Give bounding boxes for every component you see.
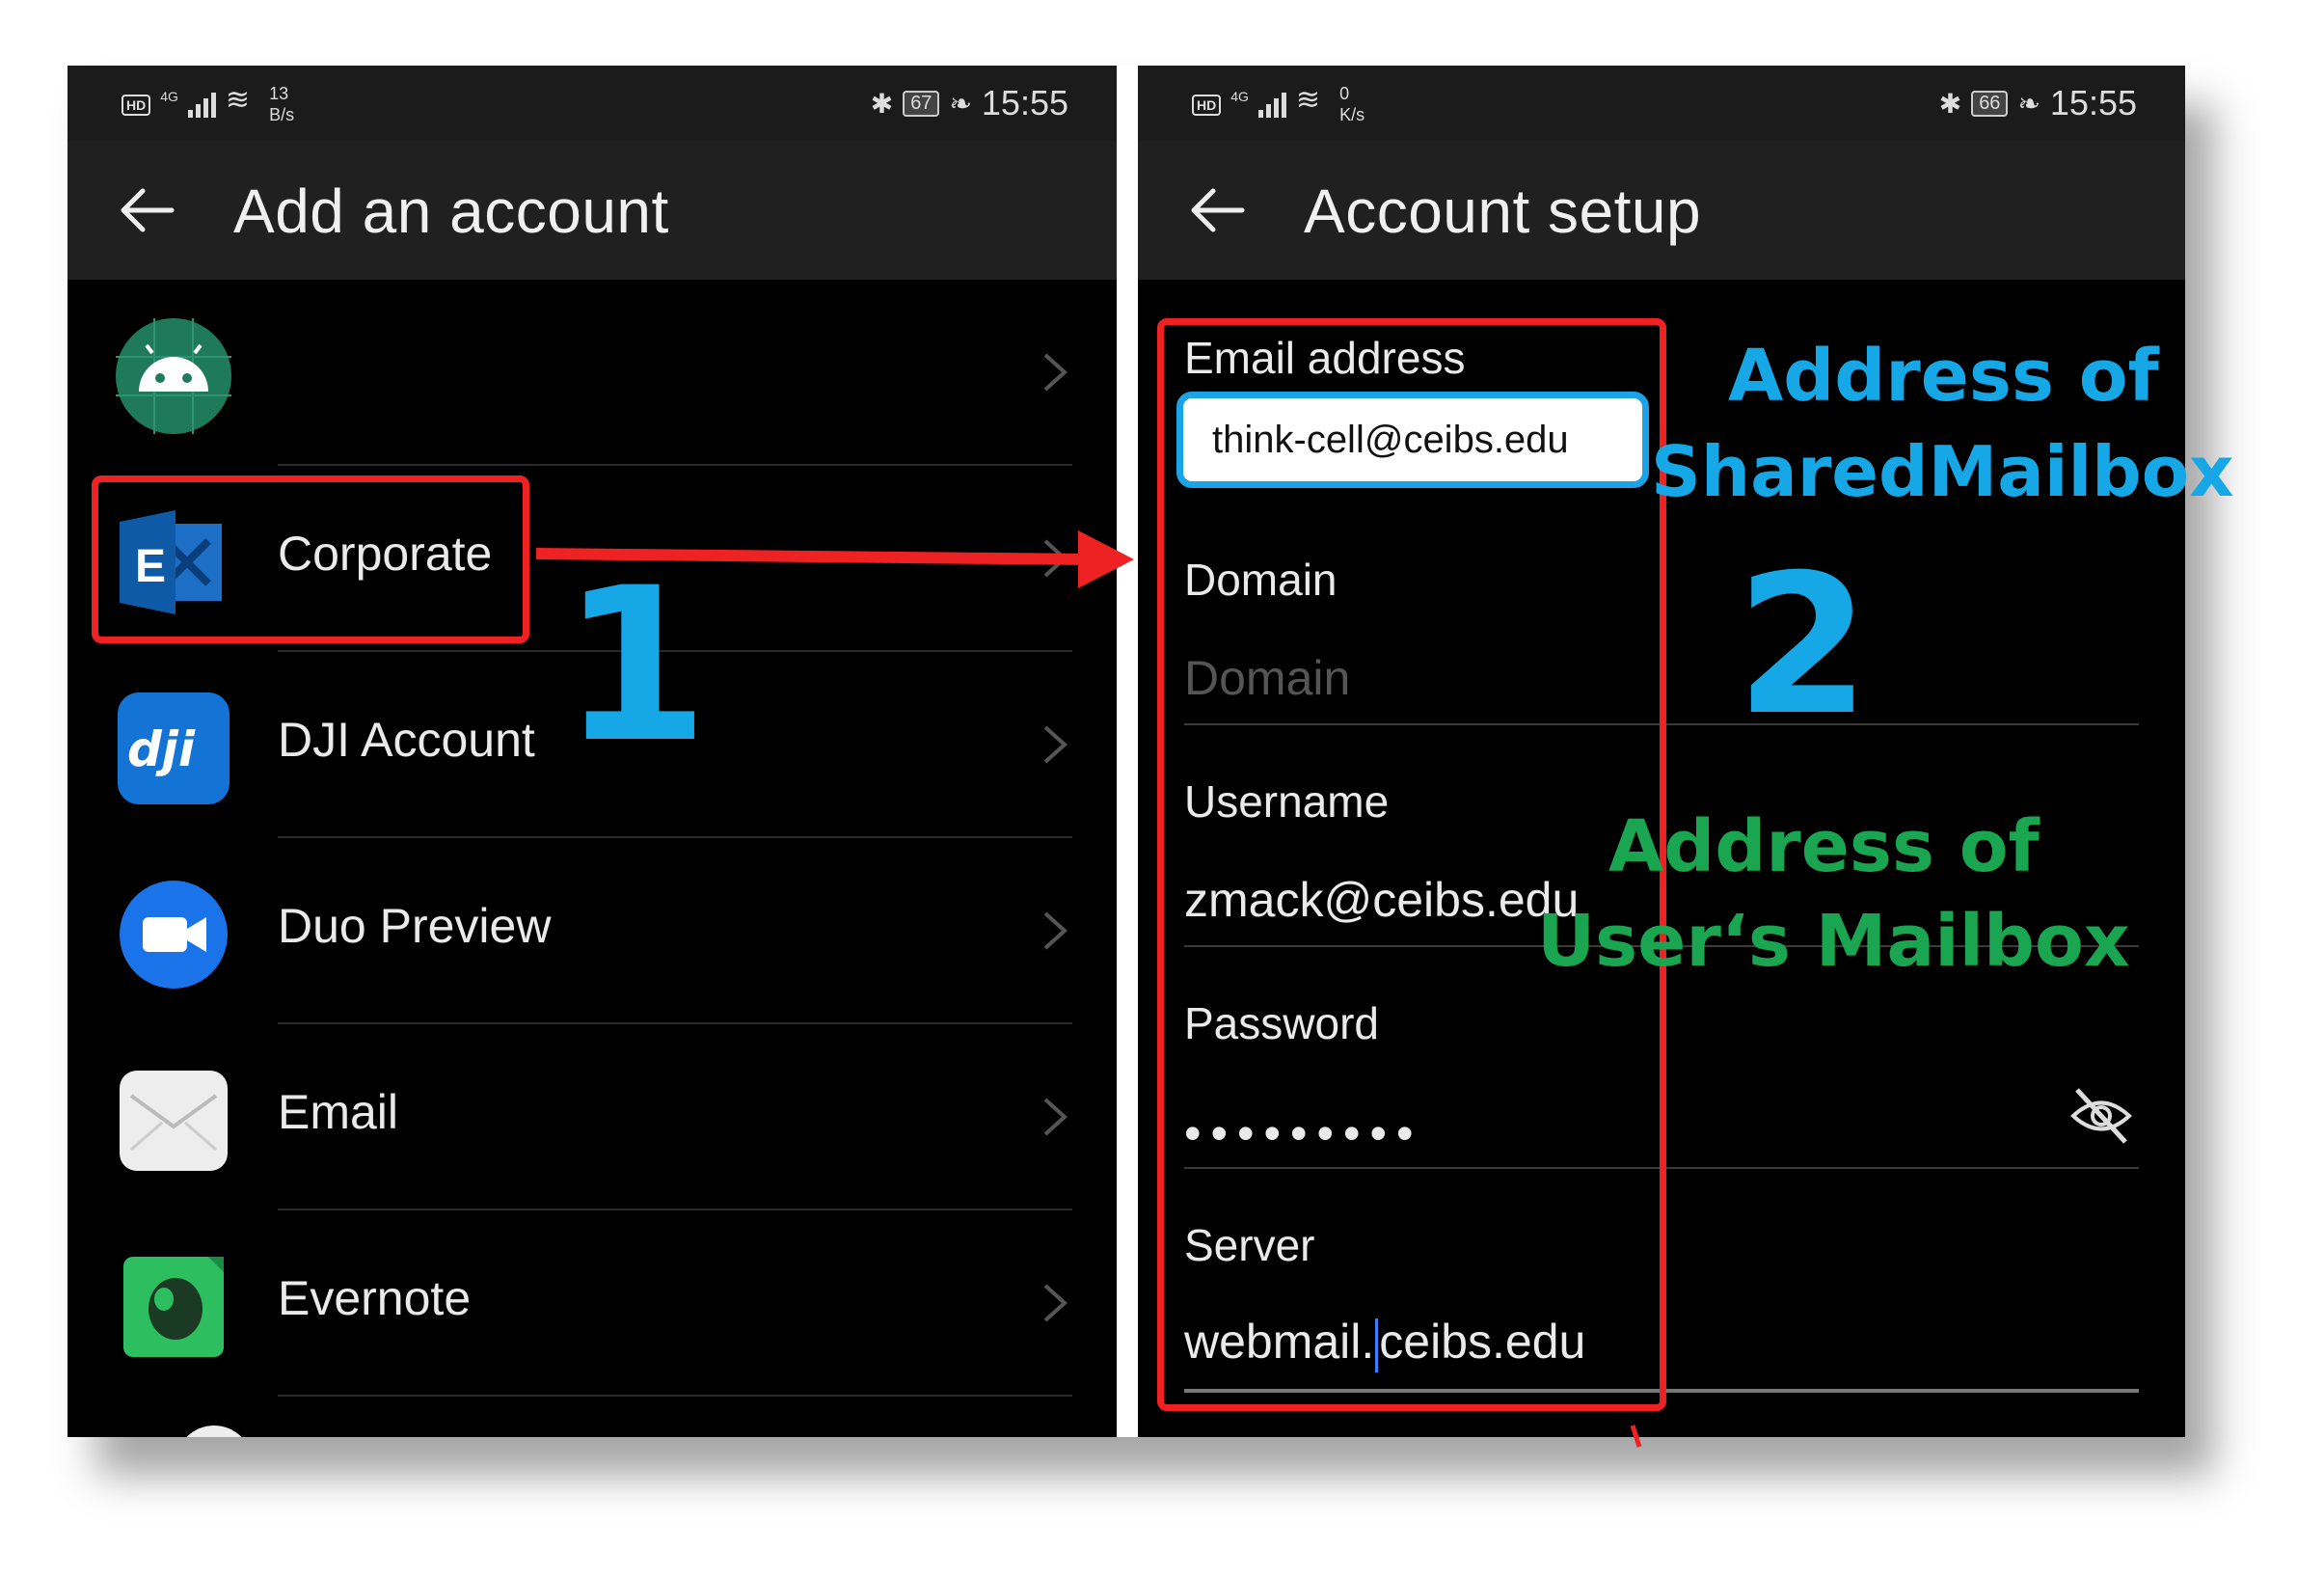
shared-mailbox-note-line1: Address of <box>1728 335 2159 418</box>
shared-mailbox-note-line2: SharedMailbox <box>1651 431 2234 512</box>
user-mailbox-note-line1: Address of <box>1608 805 2040 888</box>
step-1-marker: 1 <box>561 542 710 789</box>
user-mailbox-note-line2: User‘s Mailbox <box>1537 900 2130 983</box>
annotation-arrow-layer <box>535 530 1642 1448</box>
red-arrow-tail <box>1630 1425 1642 1448</box>
step-2-marker: 2 <box>1736 533 1871 758</box>
